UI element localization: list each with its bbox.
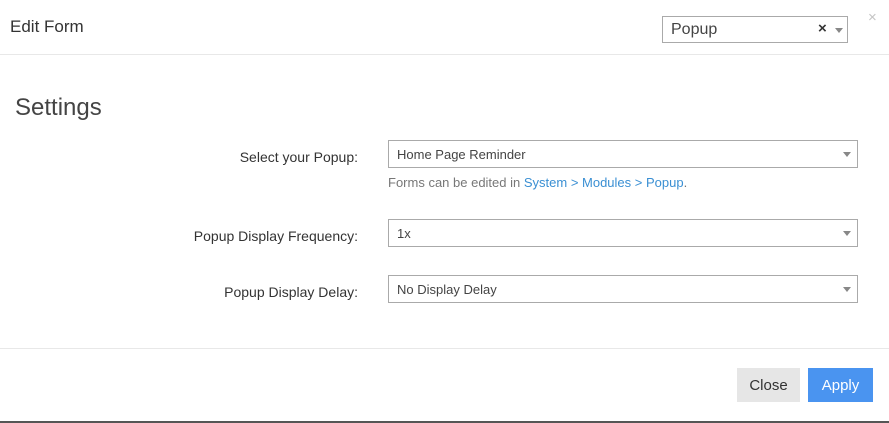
modal-header: Edit Form Popup × × <box>0 0 889 55</box>
close-icon[interactable]: × <box>868 10 877 25</box>
close-button[interactable]: Close <box>737 368 800 402</box>
frequency-select-value: 1x <box>397 226 411 241</box>
chevron-down-icon <box>843 231 851 236</box>
delay-select-value: No Display Delay <box>397 282 497 297</box>
settings-heading: Settings <box>15 94 102 121</box>
help-text-prefix: Forms can be edited in <box>388 175 524 190</box>
modal-title: Edit Form <box>10 17 84 36</box>
delay-select-label: Popup Display Delay: <box>224 284 358 300</box>
popup-select-value: Home Page Reminder <box>397 147 526 162</box>
chevron-down-icon <box>843 287 851 292</box>
frequency-select-label: Popup Display Frequency: <box>193 228 358 244</box>
help-text-suffix: . <box>683 175 688 190</box>
popup-help-text: Forms can be edited in System > Modules … <box>388 175 687 190</box>
chevron-down-icon <box>843 152 851 157</box>
delay-select[interactable]: No Display Delay <box>388 275 858 303</box>
popup-select[interactable]: Home Page Reminder <box>388 140 858 168</box>
edit-form-modal: Edit Form Popup × × Settings Select your… <box>0 0 889 423</box>
system-modules-popup-link[interactable]: System > Modules > Popup <box>524 175 684 190</box>
modal-footer <box>0 348 889 349</box>
chevron-down-icon <box>835 28 843 33</box>
popup-select-label: Select your Popup: <box>239 149 358 165</box>
form-type-value: Popup <box>671 21 718 38</box>
form-type-select[interactable]: Popup × <box>662 16 848 43</box>
apply-button[interactable]: Apply <box>808 368 873 402</box>
clear-selection-icon[interactable]: × <box>818 20 827 37</box>
frequency-select[interactable]: 1x <box>388 219 858 247</box>
